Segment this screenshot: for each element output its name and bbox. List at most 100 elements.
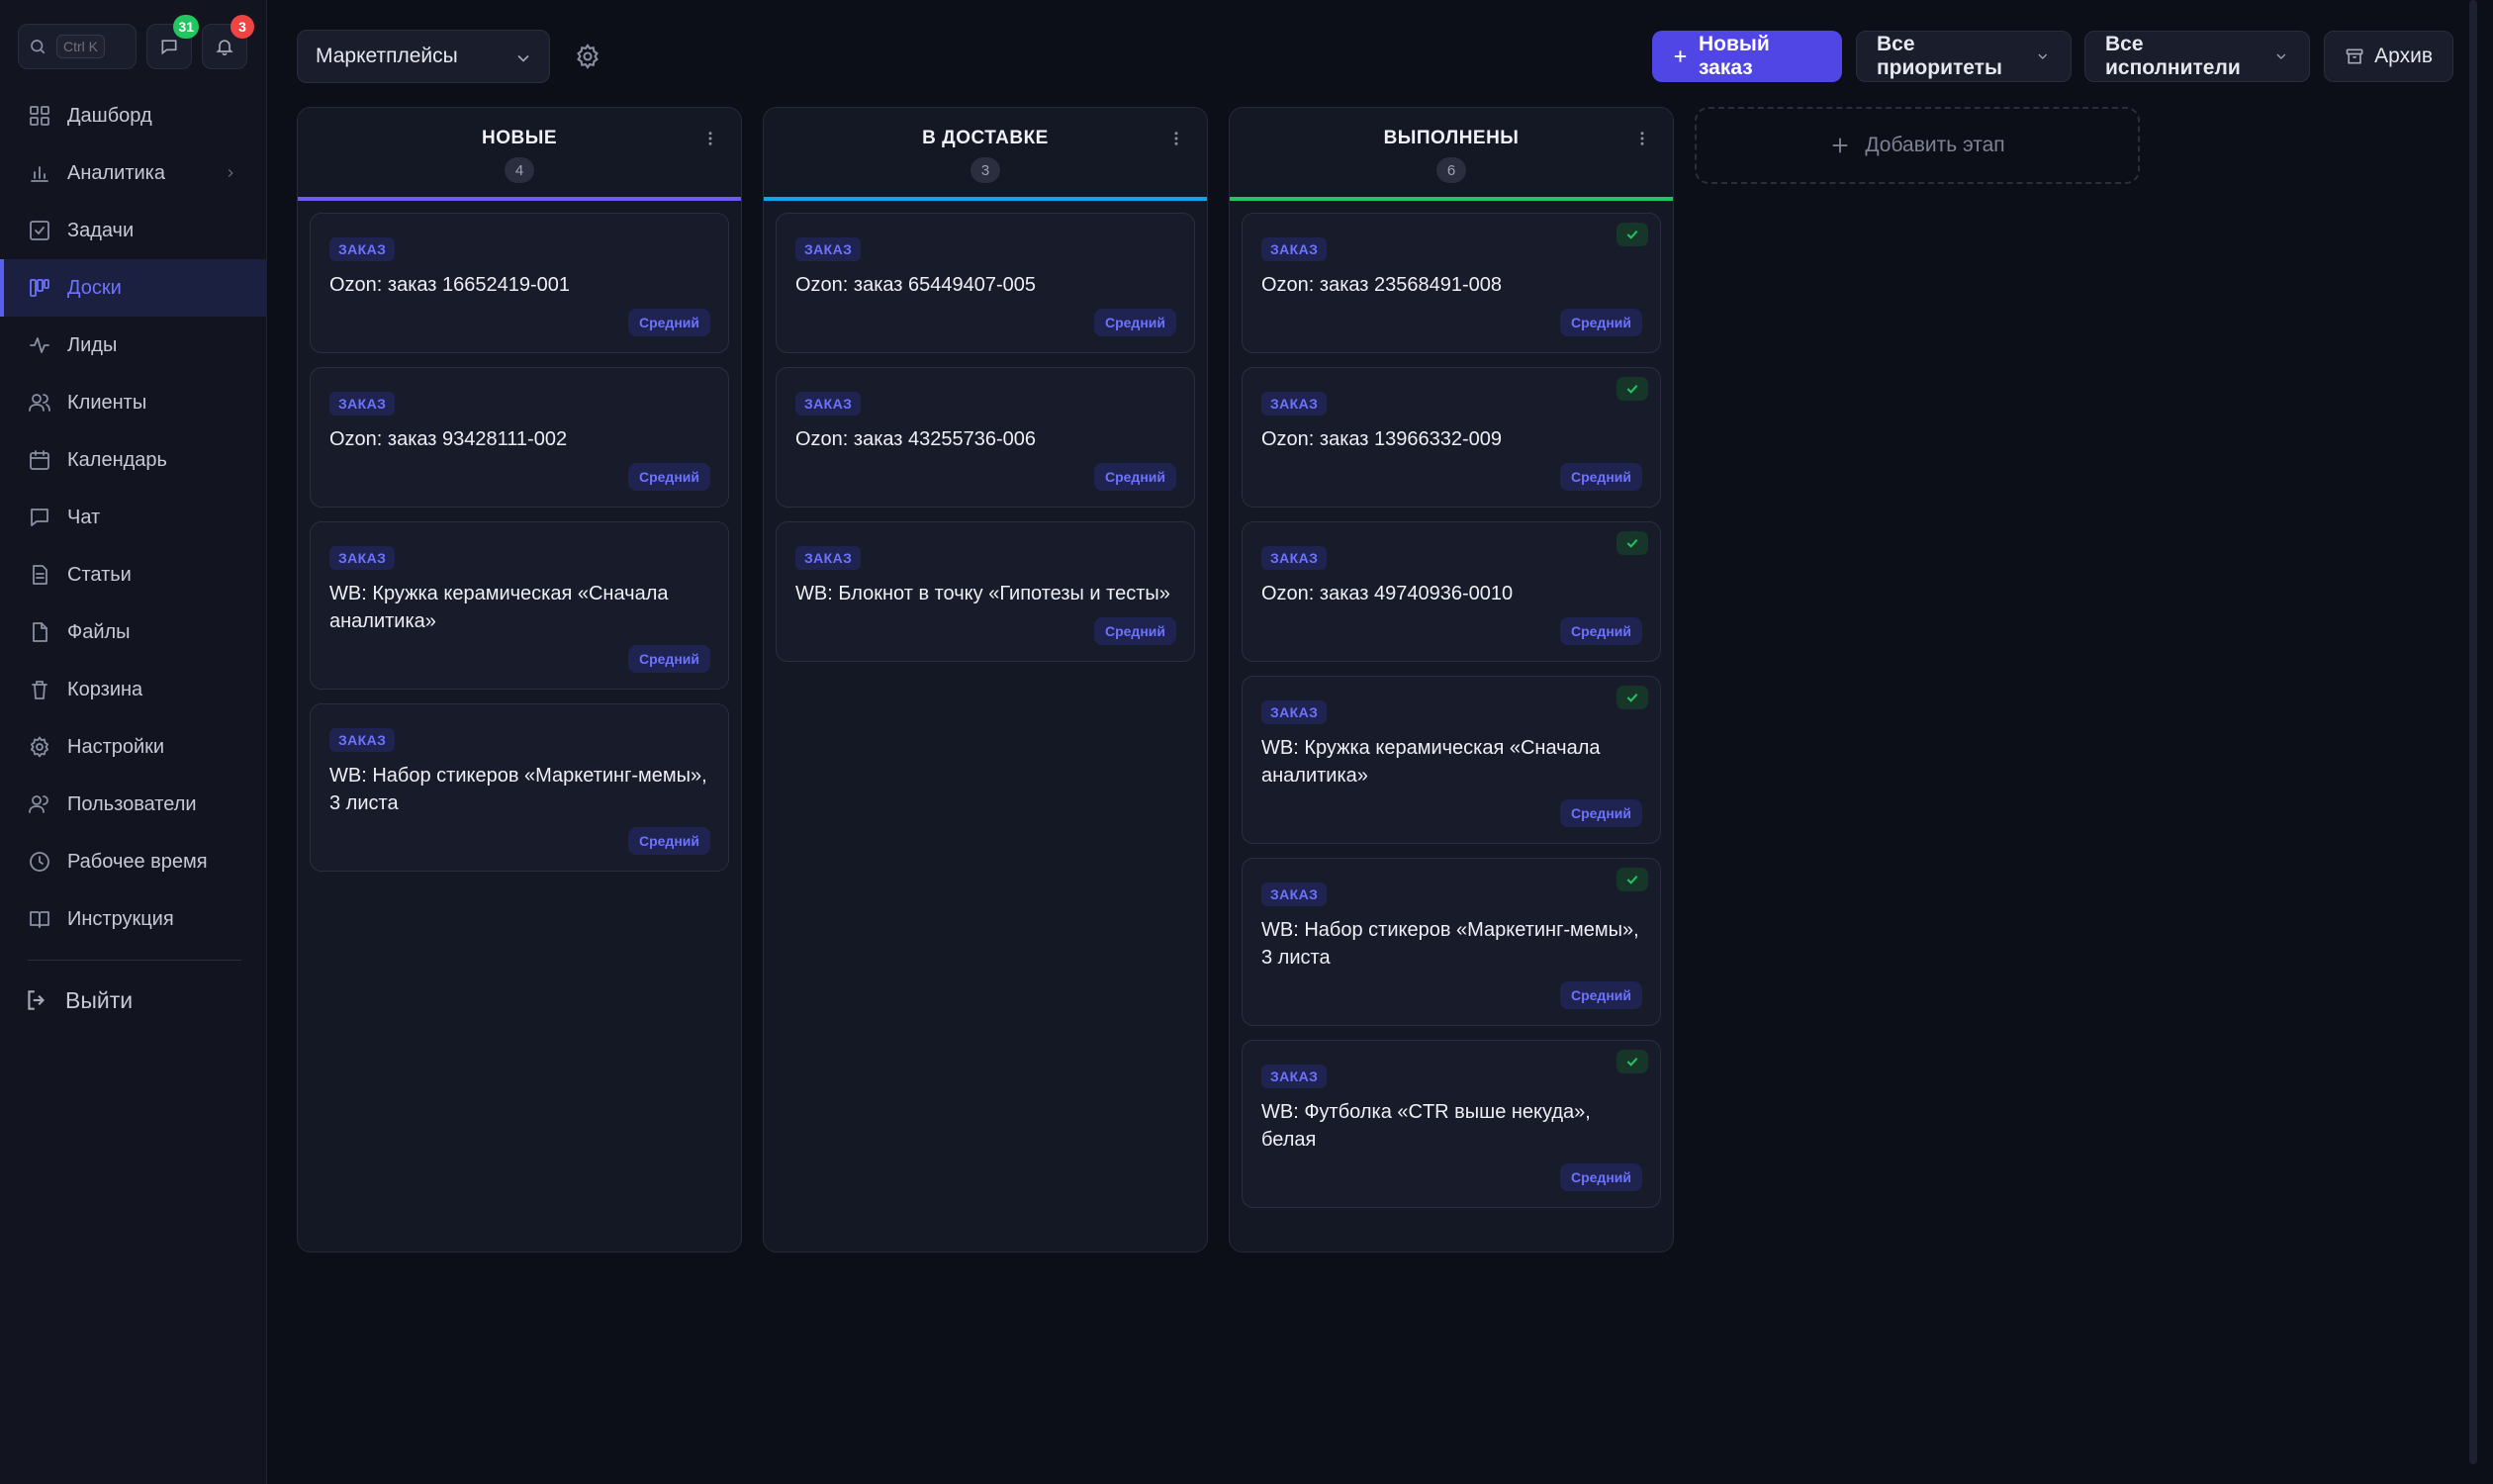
clock-icon — [30, 852, 49, 872]
card-type-tag: ЗАКАЗ — [1261, 546, 1328, 570]
order-card[interactable]: ЗАКАЗ Ozon: заказ 93428111-002 Средний — [310, 367, 729, 508]
logout-icon — [28, 990, 46, 1010]
order-card[interactable]: ЗАКАЗ Ozon: заказ 13966332-009 Средний — [1242, 367, 1661, 508]
calendar-icon — [30, 450, 49, 470]
column-title: ВЫПОЛНЕНЫ — [1383, 128, 1520, 148]
sidebar-item-clock[interactable]: Рабочее время — [0, 833, 267, 890]
executor-filter[interactable]: Все исполнители — [2084, 31, 2310, 82]
logout-label: Выйти — [65, 986, 134, 1013]
sidebar-item-chat[interactable]: Чат — [0, 489, 267, 546]
card-type-tag: ЗАКАЗ — [1261, 700, 1328, 724]
order-card[interactable]: ЗАКАЗ Ozon: заказ 23568491-008 Средний — [1242, 213, 1661, 353]
order-card[interactable]: ЗАКАЗ Ozon: заказ 65449407-005 Средний — [776, 213, 1195, 353]
plus-icon — [1832, 138, 1848, 153]
sidebar-item-label: Календарь — [67, 448, 167, 471]
executor-filter-label: Все исполнители — [2105, 33, 2241, 79]
leads-icon — [30, 337, 49, 353]
sidebar-item-files[interactable]: Файлы — [0, 603, 267, 661]
sidebar-item-settings[interactable]: Настройки — [0, 718, 267, 776]
articles-icon — [33, 565, 47, 585]
chevron-down-icon — [517, 54, 529, 62]
card-type-tag: ЗАКАЗ — [329, 728, 396, 752]
priority-badge: Средний — [1559, 1163, 1642, 1191]
card-title: Ozon: заказ 23568491-008 — [1261, 274, 1503, 296]
sidebar-item-label: Пользователи — [67, 792, 197, 815]
sidebar-item-boards[interactable]: Доски — [0, 259, 267, 317]
board-select[interactable]: Маркетплейсы — [297, 30, 550, 83]
sidebar-item-trash[interactable]: Корзина — [0, 661, 267, 718]
priority-badge: Средний — [627, 827, 710, 855]
priority-filter[interactable]: Все приоритеты — [1856, 31, 2072, 82]
priority-badge: Средний — [1559, 799, 1642, 827]
sidebar-item-calendar[interactable]: Календарь — [0, 431, 267, 489]
card-title: WB: Набор стикеров «Маркетинг-мемы», 3 л… — [329, 765, 707, 814]
search-button[interactable]: Ctrl K — [18, 24, 137, 69]
done-check-badge — [1616, 377, 1648, 401]
sidebar-item-users[interactable]: Пользователи — [0, 776, 267, 833]
logout-button[interactable]: Выйти — [24, 979, 133, 1021]
column-header: НОВЫЕ 4 — [298, 108, 741, 201]
priority-badge: Средний — [1093, 309, 1176, 336]
sidebar-item-dashboard[interactable]: Дашборд — [0, 87, 267, 144]
sidebar-item-label: Аналитика — [67, 161, 165, 184]
order-card[interactable]: ЗАКАЗ WB: Кружка керамическая «Сначала а… — [1242, 676, 1661, 844]
board-settings-icon[interactable] — [574, 43, 601, 70]
priority-filter-label: Все приоритеты — [1877, 33, 2002, 79]
card-footer: Средний — [329, 645, 710, 673]
more-vertical-icon[interactable] — [1167, 128, 1185, 149]
new-order-button[interactable]: Новый заказ — [1652, 31, 1842, 82]
add-stage-button[interactable]: Добавить этап — [1695, 107, 2140, 184]
sidebar-item-clients[interactable]: Клиенты — [0, 374, 267, 431]
card-title: Ozon: заказ 16652419-001 — [329, 274, 571, 296]
search-shortcut: Ctrl K — [56, 35, 105, 58]
order-card[interactable]: ЗАКАЗ WB: Набор стикеров «Маркетинг-мемы… — [310, 703, 729, 872]
analytics-icon — [31, 166, 48, 182]
sidebar-item-label: Файлы — [67, 620, 131, 643]
priority-badge: Средний — [1093, 617, 1176, 645]
sidebar-item-tasks[interactable]: Задачи — [0, 202, 267, 259]
more-vertical-icon[interactable] — [1633, 128, 1651, 149]
priority-badge: Средний — [1559, 463, 1642, 491]
check-icon — [1626, 230, 1638, 239]
card-footer: Средний — [1261, 309, 1642, 336]
column-cards: ЗАКАЗ Ozon: заказ 23568491-008 Средний З… — [1230, 201, 1673, 1234]
priority-badge: Средний — [1559, 309, 1642, 336]
sidebar-item-articles[interactable]: Статьи — [0, 546, 267, 603]
messages-button[interactable]: 31 — [146, 15, 199, 69]
book-icon — [30, 911, 49, 928]
column-count-badge: 3 — [970, 157, 1000, 183]
card-footer: Средний — [329, 309, 710, 336]
priority-badge: Средний — [627, 463, 710, 491]
order-card[interactable]: ЗАКАЗ Ozon: заказ 49740936-0010 Средний — [1242, 521, 1661, 662]
sidebar-item-label: Задачи — [67, 219, 135, 241]
more-vertical-icon[interactable] — [701, 128, 719, 149]
order-card[interactable]: ЗАКАЗ WB: Футболка «CTR выше некуда», бе… — [1242, 1040, 1661, 1208]
archive-button[interactable]: Архив — [2324, 31, 2453, 82]
bell-icon — [216, 40, 233, 56]
sidebar: Ctrl K 31 3 Дашборд Аналитика Задачи Доски Л… — [0, 0, 267, 1484]
chevron-down-icon — [2038, 53, 2048, 59]
sidebar-item-leads[interactable]: Лиды — [0, 317, 267, 374]
card-title: Ozon: заказ 43255736-006 — [795, 428, 1037, 450]
order-card[interactable]: ЗАКАЗ Ozon: заказ 16652419-001 Средний — [310, 213, 729, 353]
done-check-badge — [1616, 531, 1648, 555]
dashboard-icon — [30, 106, 49, 126]
order-card[interactable]: ЗАКАЗ WB: Блокнот в точку «Гипотезы и те… — [776, 521, 1195, 662]
page-scrollbar[interactable] — [2469, 0, 2477, 1464]
archive-label: Архив — [2374, 45, 2433, 67]
notifications-button[interactable]: 3 — [202, 15, 254, 69]
new-order-label: Новый заказ — [1699, 33, 1770, 79]
order-card[interactable]: ЗАКАЗ WB: Кружка керамическая «Сначала а… — [310, 521, 729, 690]
sidebar-item-analytics[interactable]: Аналитика — [0, 144, 267, 202]
order-card[interactable]: ЗАКАЗ WB: Набор стикеров «Маркетинг-мемы… — [1242, 858, 1661, 1026]
card-title: WB: Блокнот в точку «Гипотезы и тесты» — [795, 583, 1170, 604]
order-card[interactable]: ЗАКАЗ Ozon: заказ 43255736-006 Средний — [776, 367, 1195, 508]
column-header: ВЫПОЛНЕНЫ 6 — [1230, 108, 1673, 201]
card-title: WB: Набор стикеров «Маркетинг-мемы», 3 л… — [1261, 919, 1639, 969]
sidebar-item-book[interactable]: Инструкция — [0, 890, 267, 948]
plus-icon — [1674, 50, 1687, 62]
files-icon — [33, 622, 47, 642]
sidebar-top-controls: Ctrl K 31 3 — [18, 15, 254, 69]
board-column: НОВЫЕ 4 ЗАКАЗ Ozon: заказ 16652419-001 С… — [297, 107, 742, 1252]
card-type-tag: ЗАКАЗ — [329, 546, 396, 570]
